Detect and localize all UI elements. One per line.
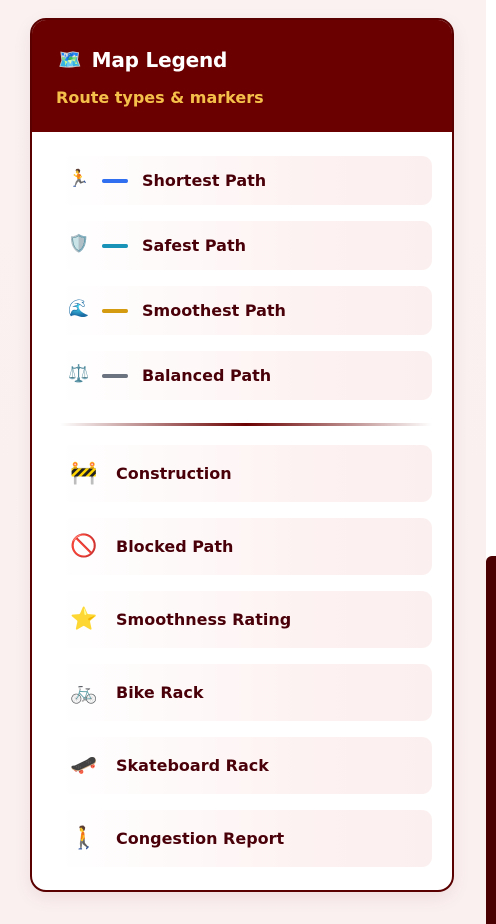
legend-title: Map Legend [91,48,228,72]
runner-icon: 🏃 [68,169,90,189]
route-label: Shortest Path [142,171,267,190]
bike-icon: 🚲 [70,680,98,705]
marker-item-construction: 🚧 Construction [60,445,432,502]
legend-title-row: 🗺️ Map Legend [58,48,227,72]
route-line-swatch [102,244,128,248]
pedestrian-icon: 🚶 [70,826,98,851]
marker-item-congestion: 🚶 Congestion Report [60,810,432,867]
map-legend-panel: 🗺️ Map Legend Route types & markers 🏃 Sh… [30,18,454,892]
route-line-swatch [102,309,128,313]
blocked-icon: 🚫 [70,534,98,559]
marker-item-blocked: 🚫 Blocked Path [60,518,432,575]
marker-item-skateboard-rack: 🛹 Skateboard Rack [60,737,432,794]
legend-divider [60,423,432,426]
route-line-swatch [102,374,128,378]
map-icon: 🗺️ [58,48,82,71]
marker-label: Skateboard Rack [116,756,269,775]
marker-label: Bike Rack [116,683,204,702]
star-icon: ⭐ [70,607,98,632]
marker-item-bike-rack: 🚲 Bike Rack [60,664,432,721]
route-label: Safest Path [142,236,247,255]
route-item-shortest: 🏃 Shortest Path [60,156,432,205]
scrollbar-thumb[interactable] [486,556,496,924]
marker-item-smoothness: ⭐ Smoothness Rating [60,591,432,648]
marker-label: Construction [116,464,232,483]
shield-icon: 🛡️ [68,234,90,254]
route-label: Smoothest Path [142,301,286,320]
legend-subtitle: Route types & markers [56,88,264,107]
marker-label: Blocked Path [116,537,234,556]
skateboard-icon: 🛹 [70,753,98,778]
legend-header: 🗺️ Map Legend Route types & markers [32,20,452,132]
route-label: Balanced Path [142,366,272,385]
construction-icon: 🚧 [70,461,98,486]
route-item-balanced: ⚖️ Balanced Path [60,351,432,400]
route-item-safest: 🛡️ Safest Path [60,221,432,270]
scales-icon: ⚖️ [68,364,90,384]
route-item-smoothest: 🌊 Smoothest Path [60,286,432,335]
marker-label: Congestion Report [116,829,285,848]
marker-label: Smoothness Rating [116,610,292,629]
route-line-swatch [102,179,128,183]
wave-icon: 🌊 [68,299,90,319]
